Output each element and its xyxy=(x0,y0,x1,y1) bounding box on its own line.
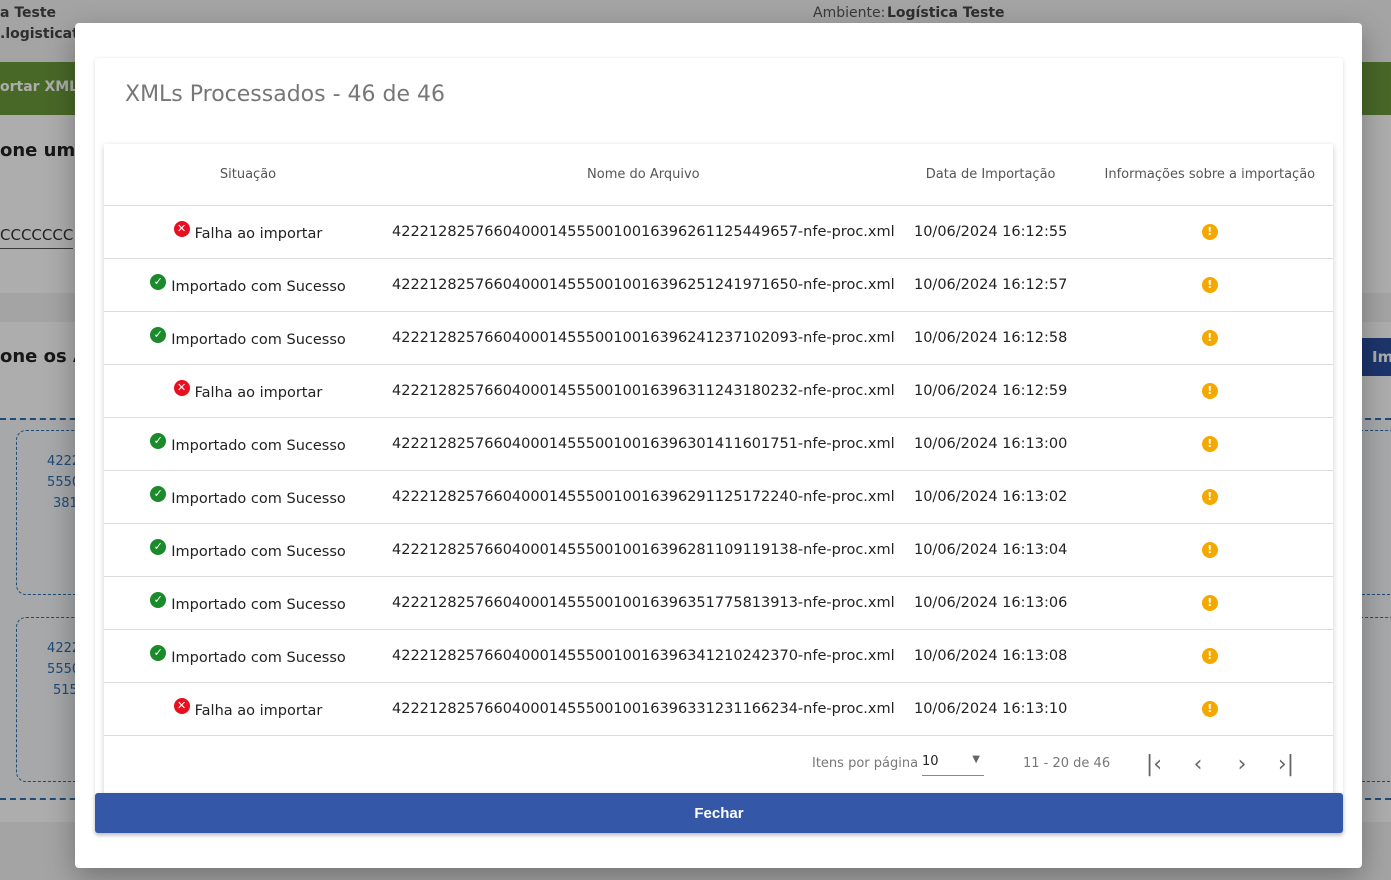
filename-cell: 4222128257660400014555001001639624123710… xyxy=(392,311,895,365)
info-cell: ! xyxy=(1086,682,1333,736)
table-row: ✕ Falha ao importar 422212825766040001455… xyxy=(104,682,1333,736)
status-text: Importado com Sucesso xyxy=(171,438,346,454)
table-row: ✓ Importado com Sucesso 42221282576604000… xyxy=(104,470,1333,524)
paginator: Itens por página 10 ▼ 11 - 20 de 46 |‹ ‹ … xyxy=(104,734,1333,794)
status-text: Falha ao importar xyxy=(194,703,323,719)
info-cell: ! xyxy=(1086,417,1333,471)
date-cell: 10/06/2024 16:12:58 xyxy=(894,311,1087,365)
dialog-title: XMLs Processados - 46 de 46 xyxy=(125,82,445,107)
page-range: 11 - 20 de 46 xyxy=(1023,756,1111,771)
info-cell: ! xyxy=(1086,576,1333,630)
info-icon[interactable]: ! xyxy=(1201,595,1218,611)
info-cell: ! xyxy=(1086,205,1333,259)
filename-cell: 4222128257660400014555001001639635177581… xyxy=(392,576,895,630)
info-cell: ! xyxy=(1086,364,1333,418)
date-cell: 10/06/2024 16:13:06 xyxy=(894,576,1087,630)
status-text: Importado com Sucesso xyxy=(171,544,346,560)
column-header-info[interactable]: Informações sobre a importação xyxy=(1086,144,1333,206)
results-table-container: Situação Nome do Arquivo Data de Importa… xyxy=(104,144,1333,794)
status-cell: ✓ Importado com Sucesso xyxy=(104,523,392,577)
date-cell: 10/06/2024 16:13:04 xyxy=(894,523,1087,577)
info-icon[interactable]: ! xyxy=(1201,701,1218,717)
status-text: Falha ao importar xyxy=(194,226,323,242)
close-circle-icon: ✕ xyxy=(173,221,190,237)
page-size-select[interactable]: 10 ▼ xyxy=(922,754,984,776)
next-page-button[interactable]: › xyxy=(1227,750,1257,780)
check-circle-icon: ✓ xyxy=(150,327,167,343)
close-circle-icon: ✕ xyxy=(173,698,190,714)
status-cell: ✓ Importado com Sucesso xyxy=(104,417,392,471)
info-icon[interactable]: ! xyxy=(1201,648,1218,664)
date-cell: 10/06/2024 16:12:57 xyxy=(894,258,1087,312)
status-text: Importado com Sucesso xyxy=(171,650,346,666)
filename-cell: 4222128257660400014555001001639625124197… xyxy=(392,258,895,312)
status-cell: ✓ Importado com Sucesso xyxy=(104,576,392,630)
status-text: Importado com Sucesso xyxy=(171,491,346,507)
table-row: ✓ Importado com Sucesso 42221282576604000… xyxy=(104,629,1333,683)
results-table: Situação Nome do Arquivo Data de Importa… xyxy=(104,144,1333,736)
results-card: XMLs Processados - 46 de 46 Situação Nom… xyxy=(95,58,1343,798)
info-icon[interactable]: ! xyxy=(1201,436,1218,452)
info-cell: ! xyxy=(1086,311,1333,365)
filename-cell: 4222128257660400014555001001639631124318… xyxy=(392,364,895,418)
column-header-date[interactable]: Data de Importação xyxy=(894,144,1087,206)
table-row: ✕ Falha ao importar 422212825766040001455… xyxy=(104,205,1333,259)
chevron-down-icon: ▼ xyxy=(972,754,980,765)
status-cell: ✕ Falha ao importar xyxy=(104,364,392,418)
check-circle-icon: ✓ xyxy=(150,486,167,502)
status-cell: ✕ Falha ao importar xyxy=(104,682,392,736)
status-text: Falha ao importar xyxy=(194,385,323,401)
table-row: ✓ Importado com Sucesso 42221282576604000… xyxy=(104,523,1333,577)
check-circle-icon: ✓ xyxy=(150,274,167,290)
column-header-status[interactable]: Situação xyxy=(104,144,392,206)
check-circle-icon: ✓ xyxy=(150,592,167,608)
info-cell: ! xyxy=(1086,523,1333,577)
table-row: ✓ Importado com Sucesso 42221282576604000… xyxy=(104,576,1333,630)
date-cell: 10/06/2024 16:12:59 xyxy=(894,364,1087,418)
date-cell: 10/06/2024 16:13:10 xyxy=(894,682,1087,736)
check-circle-icon: ✓ xyxy=(150,645,167,661)
date-cell: 10/06/2024 16:13:00 xyxy=(894,417,1087,471)
info-cell: ! xyxy=(1086,258,1333,312)
close-circle-icon: ✕ xyxy=(173,380,190,396)
check-circle-icon: ✓ xyxy=(150,433,167,449)
previous-page-button[interactable]: ‹ xyxy=(1183,750,1213,780)
date-cell: 10/06/2024 16:12:55 xyxy=(894,205,1087,259)
filename-cell: 4222128257660400014555001001639628110911… xyxy=(392,523,895,577)
date-cell: 10/06/2024 16:13:02 xyxy=(894,470,1087,524)
status-text: Importado com Sucesso xyxy=(171,597,346,613)
last-page-button[interactable]: ›| xyxy=(1271,750,1301,780)
table-row: ✓ Importado com Sucesso 42221282576604000… xyxy=(104,417,1333,471)
info-cell: ! xyxy=(1086,470,1333,524)
column-header-filename[interactable]: Nome do Arquivo xyxy=(392,144,895,206)
filename-cell: 4222128257660400014555001001639633123116… xyxy=(392,682,895,736)
status-text: Importado com Sucesso xyxy=(171,279,346,295)
check-circle-icon: ✓ xyxy=(150,539,167,555)
filename-cell: 4222128257660400014555001001639630141160… xyxy=(392,417,895,471)
filename-cell: 4222128257660400014555001001639634121024… xyxy=(392,629,895,683)
info-icon[interactable]: ! xyxy=(1201,277,1218,293)
info-cell: ! xyxy=(1086,629,1333,683)
status-text: Importado com Sucesso xyxy=(171,332,346,348)
info-icon[interactable]: ! xyxy=(1201,542,1218,558)
status-cell: ✓ Importado com Sucesso xyxy=(104,311,392,365)
status-cell: ✓ Importado com Sucesso xyxy=(104,629,392,683)
table-row: ✕ Falha ao importar 422212825766040001455… xyxy=(104,364,1333,418)
info-icon[interactable]: ! xyxy=(1201,489,1218,505)
status-cell: ✓ Importado com Sucesso xyxy=(104,470,392,524)
filename-cell: 4222128257660400014555001001639629112517… xyxy=(392,470,895,524)
filename-cell: 4222128257660400014555001001639626112544… xyxy=(392,205,895,259)
xml-results-dialog: XMLs Processados - 46 de 46 Situação Nom… xyxy=(75,23,1362,868)
close-button[interactable]: Fechar xyxy=(95,793,1343,833)
table-row: ✓ Importado com Sucesso 42221282576604000… xyxy=(104,311,1333,365)
status-cell: ✓ Importado com Sucesso xyxy=(104,258,392,312)
info-icon[interactable]: ! xyxy=(1201,330,1218,346)
info-icon[interactable]: ! xyxy=(1201,224,1218,240)
date-cell: 10/06/2024 16:13:08 xyxy=(894,629,1087,683)
first-page-button[interactable]: |‹ xyxy=(1139,750,1169,780)
info-icon[interactable]: ! xyxy=(1201,383,1218,399)
status-cell: ✕ Falha ao importar xyxy=(104,205,392,259)
table-row: ✓ Importado com Sucesso 42221282576604000… xyxy=(104,258,1333,312)
items-per-page-label: Itens por página xyxy=(812,756,919,771)
